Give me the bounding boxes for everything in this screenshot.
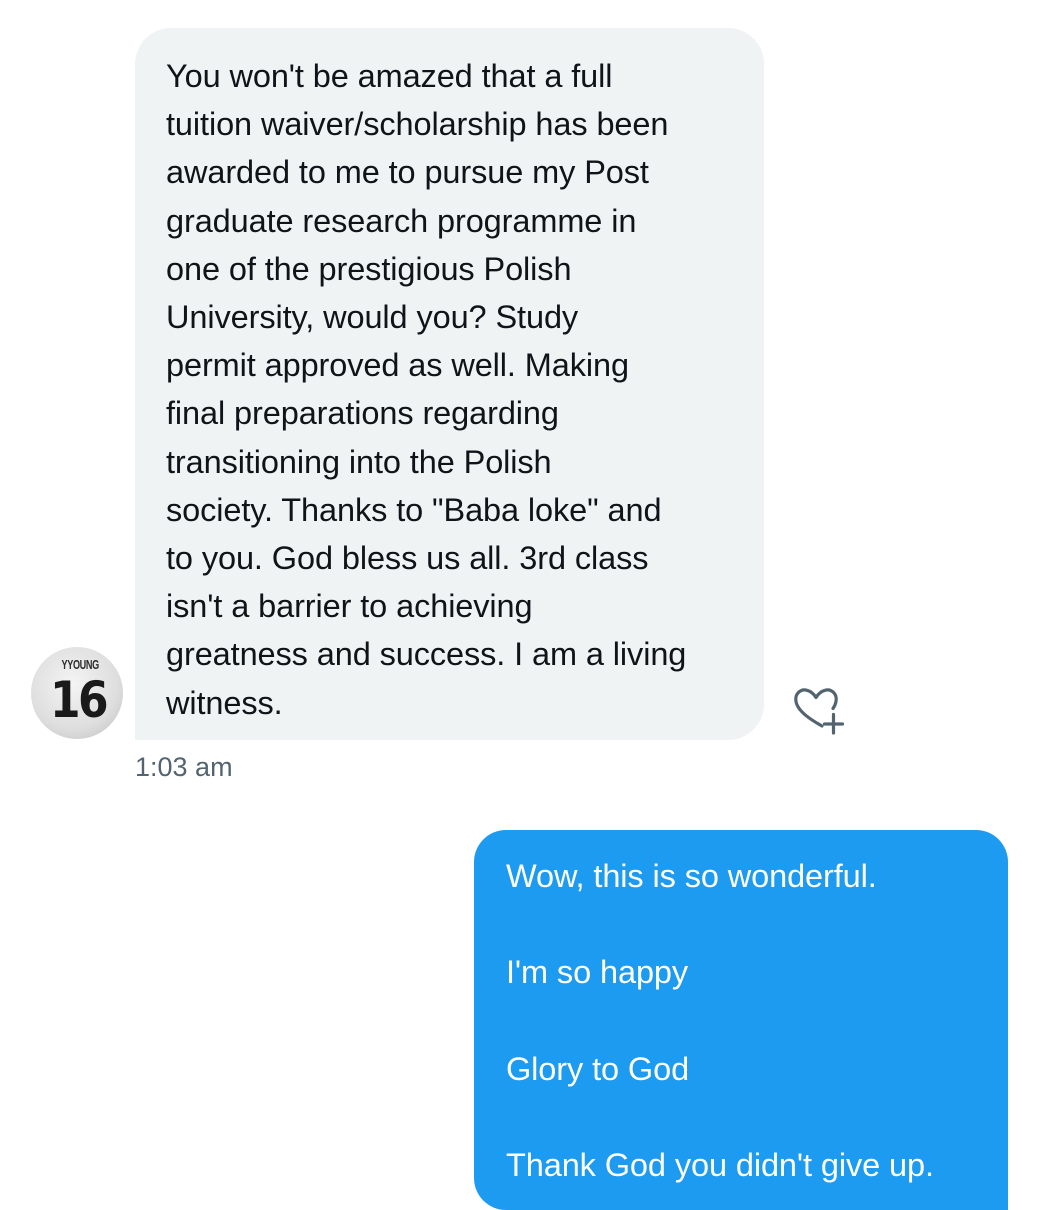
- incoming-message-text: You won't be amazed that a full tuition …: [166, 58, 687, 721]
- outgoing-message-bubble[interactable]: Wow, this is so wonderful. I'm so happy …: [474, 830, 1008, 1210]
- outgoing-message-text: Wow, this is so wonderful. I'm so happy …: [506, 858, 934, 1184]
- avatar-jersey-name: YYOUNG: [61, 657, 100, 672]
- avatar-jersey-number: 16: [50, 671, 109, 729]
- sender-avatar[interactable]: YYOUNG 16: [31, 647, 123, 739]
- message-timestamp: 1:03 am: [135, 752, 233, 782]
- heart-plus-icon[interactable]: [790, 686, 846, 742]
- incoming-message-bubble[interactable]: You won't be amazed that a full tuition …: [135, 28, 764, 740]
- dm-conversation: You won't be amazed that a full tuition …: [0, 0, 1039, 1210]
